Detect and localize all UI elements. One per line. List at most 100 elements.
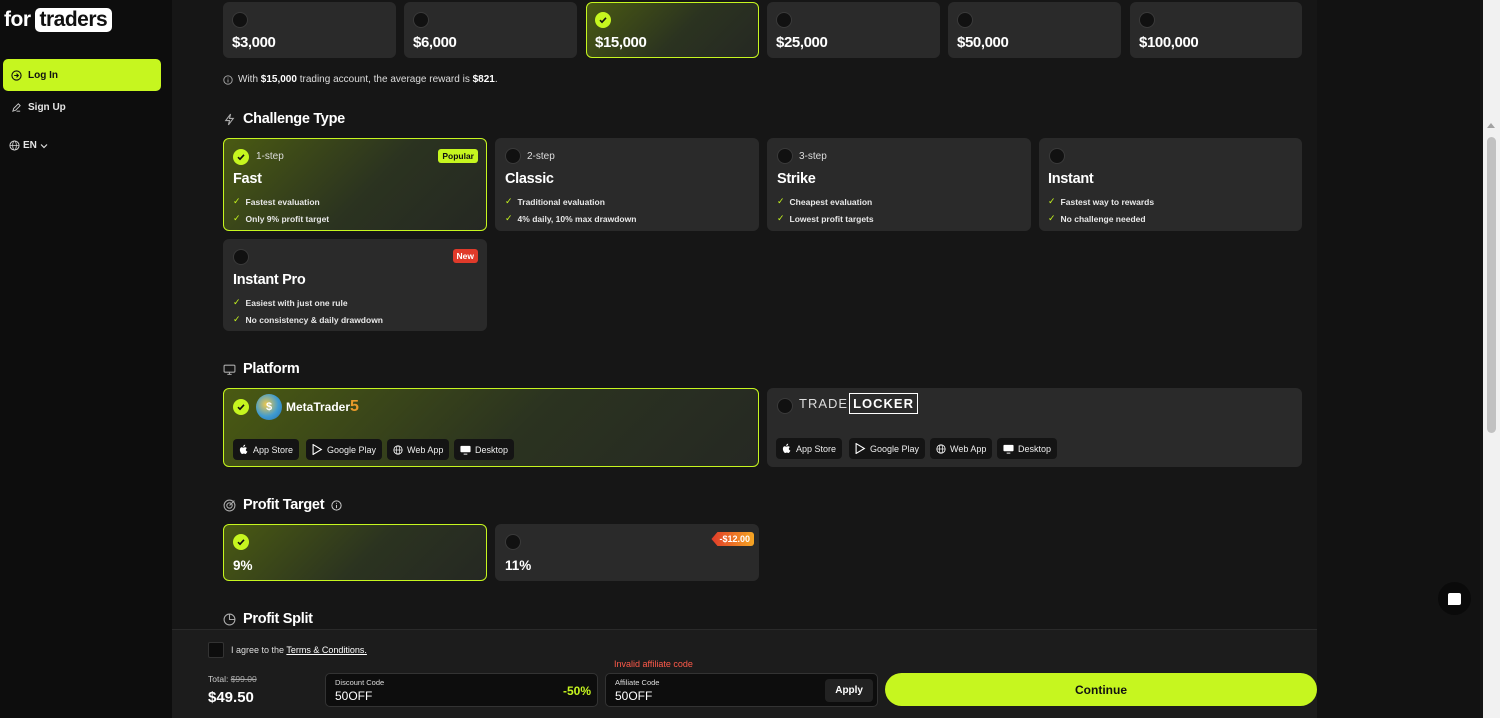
main-content	[172, 0, 1317, 718]
check-icon	[233, 149, 249, 165]
platform-card-metatrader5[interactable]: $ MetaTrader5 App Store Google Play Web …	[223, 388, 759, 467]
account-card-100000[interactable]: $100,000	[1130, 2, 1302, 58]
globe-icon	[936, 443, 946, 454]
chip-label: Web App	[950, 443, 987, 454]
login-label: Log In	[28, 69, 58, 81]
feature-text: No consistency & daily drawdown	[245, 314, 383, 325]
platform-card-tradelocker[interactable]: TRADE LOCKER App Store Google Play Web Ap…	[767, 388, 1302, 467]
continue-button[interactable]: Continue	[885, 673, 1317, 706]
apply-button[interactable]: Apply	[825, 679, 873, 702]
challenge-step: 2-step	[527, 151, 555, 162]
challenge-card-classic[interactable]: 2-step Classic ✓ Traditional evaluation ✓…	[495, 138, 759, 231]
account-card-3000[interactable]: $3,000	[223, 2, 396, 58]
check-mark-icon: ✓	[233, 297, 241, 307]
chip-label: App Store	[253, 444, 294, 455]
apple-icon	[782, 443, 791, 453]
feature-text: 4% daily, 10% max drawdown	[517, 213, 637, 224]
check-mark-icon: ✓	[1048, 213, 1056, 223]
signup-button[interactable]: Sign Up	[3, 96, 161, 118]
challenge-radio	[777, 148, 793, 164]
chip-label: Desktop	[1018, 443, 1052, 454]
pencil-icon	[12, 102, 21, 112]
challenge-card-strike[interactable]: 3-step Strike ✓ Cheapest evaluation ✓ Lowe…	[767, 138, 1031, 231]
account-amount: $6,000	[413, 34, 457, 51]
discount-code-field[interactable]: Discount Code 50OFF -50%	[325, 673, 598, 707]
challenge-feature: ✓ No consistency & daily drawdown	[233, 314, 383, 325]
terms-checkbox[interactable]	[208, 642, 224, 658]
terms-link[interactable]: Terms & Conditions.	[286, 645, 367, 655]
terms-agreement: I agree to the Terms & Conditions.	[208, 642, 367, 658]
metatrader-logo: $ MetaTrader5	[256, 394, 359, 420]
check-mark-icon: ✓	[777, 196, 785, 206]
scrollbar-thumb[interactable]	[1487, 137, 1496, 433]
challenge-radio	[505, 148, 521, 164]
brand-logo[interactable]: for traders	[4, 8, 113, 32]
challenge-card-fast[interactable]: 1-step Popular Fast ✓ Fastest evaluation …	[223, 138, 487, 231]
challenge-feature: ✓ Traditional evaluation	[505, 196, 605, 207]
chip-web-app: Web App	[387, 439, 450, 460]
affiliate-code-label: Affiliate Code	[615, 678, 660, 687]
total-label-text: Total:	[208, 674, 229, 684]
account-card-15000[interactable]: $15,000	[586, 2, 759, 58]
platform-title: Platform	[223, 361, 300, 377]
challenge-feature: ✓ Fastest evaluation	[233, 196, 320, 207]
tradelocker-trade: TRADE	[799, 396, 849, 411]
check-mark-icon: ✓	[233, 196, 241, 206]
challenge-feature: ✓ 4% daily, 10% max drawdown	[505, 213, 636, 224]
discount-percent: -50%	[562, 684, 591, 698]
feature-text: Fastest evaluation	[245, 196, 320, 207]
total-label: Total: $99.00	[208, 674, 257, 684]
check-mark-icon: ✓	[233, 213, 241, 223]
signup-label: Sign Up	[28, 101, 66, 113]
chat-icon	[1448, 592, 1461, 605]
check-icon	[233, 534, 249, 550]
info-icon[interactable]	[331, 499, 342, 511]
scroll-up-arrow[interactable]	[1487, 123, 1495, 128]
profit-target-9[interactable]: 9%	[223, 524, 487, 581]
reward-info-post: .	[494, 74, 498, 85]
challenge-feature: ✓ Only 9% profit target	[233, 213, 329, 224]
discount-badge: -$12.00	[711, 532, 754, 546]
feature-text: Traditional evaluation	[517, 196, 605, 207]
account-card-50000[interactable]: $50,000	[948, 2, 1121, 58]
chip-google-play: Google Play	[306, 439, 383, 460]
account-radio	[413, 12, 429, 28]
chip-desktop: Desktop	[454, 439, 515, 460]
login-icon	[11, 69, 22, 81]
profit-target-11[interactable]: -$12.00 11%	[495, 524, 759, 581]
discount-code-input[interactable]: 50OFF	[335, 689, 372, 703]
metatrader-icon: $	[256, 394, 282, 420]
check-mark-icon: ✓	[777, 213, 785, 223]
metatrader-version: 5	[350, 398, 359, 415]
chat-button[interactable]	[1438, 582, 1471, 615]
affiliate-code-input[interactable]: 50OFF	[615, 689, 652, 703]
profit-split-title: Profit Split	[223, 611, 313, 627]
globe-icon	[393, 444, 403, 455]
profit-target-value: 9%	[233, 558, 253, 573]
chip-app-store: App Store	[776, 438, 843, 459]
check-mark-icon: ✓	[505, 196, 513, 206]
chip-label: Google Play	[870, 443, 920, 454]
reward-info: With $15,000 trading account, the averag…	[223, 74, 498, 85]
reward-info-pre: With	[238, 74, 258, 85]
challenge-feature: ✓ Lowest profit targets	[777, 213, 874, 224]
chip-app-store: App Store	[233, 439, 300, 460]
check-mark-icon: ✓	[505, 213, 513, 223]
challenge-card-instant[interactable]: Instant ✓ Fastest way to rewards ✓ No chal…	[1039, 138, 1302, 231]
profit-target-value: 11%	[505, 558, 532, 573]
reward-info-amount: $15,000	[260, 74, 297, 85]
chip-label: Google Play	[327, 444, 377, 455]
language-label: EN	[23, 140, 37, 151]
challenge-feature: ✓ Fastest way to rewards	[1048, 196, 1154, 207]
challenge-card-instant-pro[interactable]: New Instant Pro ✓ Easiest with just one r…	[223, 239, 487, 331]
reward-info-value: $821	[472, 74, 495, 85]
affiliate-code-field[interactable]: Affiliate Code 50OFF Apply	[605, 673, 878, 707]
account-card-25000[interactable]: $25,000	[767, 2, 940, 58]
language-selector[interactable]: EN	[9, 140, 48, 151]
metatrader-name: MetaTrader	[286, 400, 351, 414]
login-button[interactable]: Log In	[3, 59, 161, 91]
challenge-step: 1-step	[256, 151, 284, 162]
tradelocker-logo: TRADE LOCKER	[799, 393, 918, 414]
total-old-price: $99.00	[230, 674, 257, 684]
account-card-6000[interactable]: $6,000	[404, 2, 577, 58]
